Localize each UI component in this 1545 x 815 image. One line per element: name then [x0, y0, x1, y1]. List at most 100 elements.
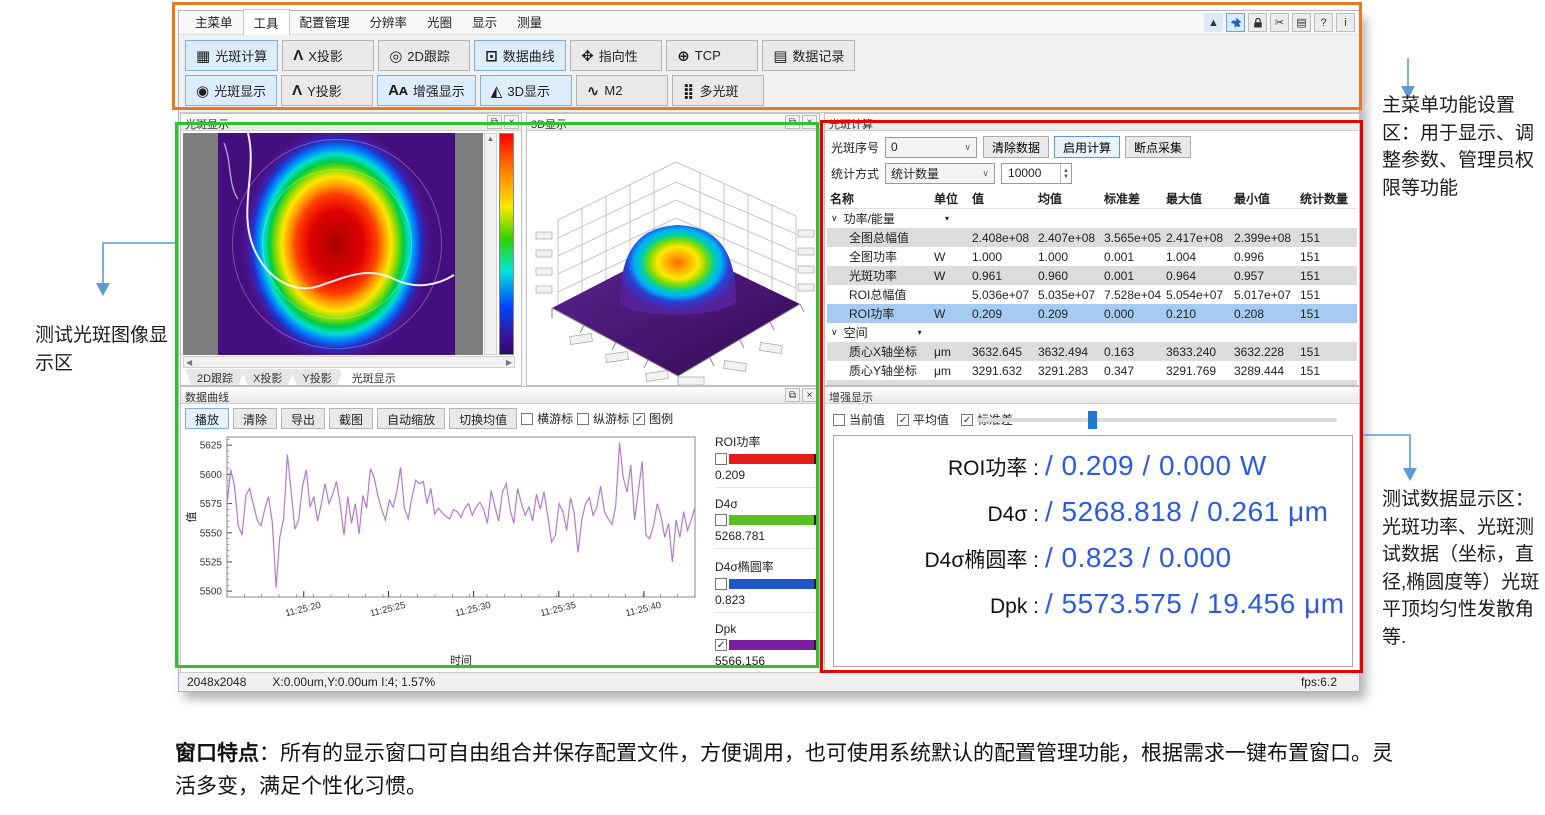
column-header-值[interactable]: 值 — [969, 190, 1035, 207]
curve-button-清除[interactable]: 清除 — [233, 408, 277, 429]
column-header-最大值[interactable]: 最大值 — [1163, 190, 1231, 207]
slider-thumb[interactable] — [1088, 411, 1097, 429]
tab-Y投影[interactable]: Y投影 — [290, 369, 343, 386]
tcp-button[interactable]: ⊕TCP — [666, 40, 758, 71]
legend-checkbox[interactable] — [715, 578, 727, 590]
table-row[interactable]: 质心Y轴坐标μm3291.6323291.2830.3473291.769328… — [827, 361, 1357, 380]
3d-display-button[interactable]: ◭3D显示 — [480, 75, 572, 106]
close-panel-icon[interactable]: × — [504, 115, 519, 129]
calc-button-清除数据[interactable]: 清除数据 — [983, 136, 1049, 158]
filter-caret-icon[interactable]: ▾ — [945, 214, 949, 223]
spot-calc-button[interactable]: ▦光斑计算 — [185, 40, 278, 71]
legend-checkbox[interactable]: ✓ — [715, 639, 727, 651]
column-header-统计数量[interactable]: 统计数量 — [1297, 190, 1357, 207]
table-row[interactable]: 全图总幅值2.408e+082.407e+083.565e+052.417e+0… — [827, 228, 1357, 247]
curve-checkbox-图例[interactable]: ✓图例 — [633, 410, 673, 427]
menu-item-主菜单[interactable]: 主菜单 — [185, 9, 243, 36]
enhanced-display-button[interactable]: Aᴀ增强显示 — [377, 75, 476, 106]
table-row[interactable]: 光斑功率W0.9610.9600.0010.9640.957151 — [827, 266, 1357, 285]
enhanced-checkbox-当前值-box[interactable] — [833, 414, 845, 426]
curve-checkbox-图例-box[interactable]: ✓ — [633, 413, 645, 425]
curve-button-自动缩放[interactable]: 自动缩放 — [377, 408, 445, 429]
enhanced-checkbox-当前值[interactable]: 当前值 — [833, 411, 885, 428]
float-panel-icon[interactable]: ⧉ — [487, 115, 502, 129]
data-curve-button[interactable]: ⊡数据曲线 — [474, 40, 566, 71]
tab-X投影[interactable]: X投影 — [241, 369, 294, 386]
curve-button-播放[interactable]: 播放 — [185, 408, 229, 429]
beam-vertical-scrollbar[interactable]: ▲ — [484, 133, 497, 355]
column-header-名称[interactable]: 名称 — [827, 190, 931, 207]
stat-count-spinner[interactable]: 10000 ▲▼ — [1001, 163, 1072, 184]
beam-horizontal-scrollbar[interactable]: ◀ ▶ — [183, 356, 515, 368]
curve-checkbox-纵游标[interactable]: 纵游标 — [577, 410, 629, 427]
stat-mode-select[interactable]: 统计数量 ∨ — [885, 163, 995, 184]
curve-checkbox-横游标[interactable]: 横游标 — [521, 410, 573, 427]
collapse-icon[interactable]: ▲ — [1204, 13, 1223, 32]
enhanced-checkbox-平均值-box[interactable]: ✓ — [897, 414, 909, 426]
table-group-row[interactable]: ∨空间▾ — [827, 323, 1357, 342]
curve-checkbox-横游标-box[interactable] — [521, 413, 533, 425]
enhanced-checkbox-平均值[interactable]: ✓平均值 — [897, 411, 949, 428]
2d-tracking-button[interactable]: ◎2D跟踪 — [378, 40, 470, 71]
enhanced-checkbox-标准差-box[interactable]: ✓ — [961, 414, 973, 426]
scroll-up-icon[interactable]: ▲ — [487, 134, 495, 143]
legend-value: 0.823 — [715, 593, 817, 607]
table-row[interactable]: 质心X轴坐标μm3632.6453632.4940.1633633.240363… — [827, 342, 1357, 361]
table-cell: 3291.632 — [969, 364, 1035, 378]
legend-checkbox[interactable] — [715, 514, 727, 526]
menu-item-显示[interactable]: 显示 — [462, 9, 507, 36]
y-projection-button[interactable]: ΛY投影 — [281, 75, 373, 106]
menu-item-测量[interactable]: 测量 — [507, 9, 552, 36]
table-row[interactable]: 全图功率W1.0001.0000.0011.0040.996151 — [827, 247, 1357, 266]
x-projection-button[interactable]: ΛX投影 — [282, 40, 374, 71]
menu-item-光圈[interactable]: 光圈 — [417, 9, 462, 36]
legend-checkbox[interactable] — [715, 453, 727, 465]
m2-button[interactable]: ∿M2 — [576, 75, 668, 106]
beam-contour-overlay — [218, 133, 455, 355]
spot-display-button[interactable]: ◉光斑显示 — [185, 75, 277, 106]
menu-item-配置管理[interactable]: 配置管理 — [290, 9, 360, 36]
table-row[interactable]: ROI总幅值5.036e+075.035e+077.528e+045.054e+… — [827, 285, 1357, 304]
multi-spot-button[interactable]: ⣿多光斑 — [672, 75, 764, 106]
column-header-最小值[interactable]: 最小值 — [1231, 190, 1297, 207]
data-curve-button-label: 数据曲线 — [503, 46, 555, 65]
m2-button-label: M2 — [604, 83, 622, 98]
menu-item-分辨率[interactable]: 分辨率 — [360, 9, 418, 36]
scissors-icon[interactable]: ✂ — [1270, 13, 1289, 32]
spot-index-select[interactable]: 0 ∨ — [885, 137, 977, 158]
column-header-标准差[interactable]: 标准差 — [1101, 190, 1163, 207]
directivity-button[interactable]: ✥指向性 — [570, 40, 662, 71]
info-icon[interactable]: i — [1336, 13, 1355, 32]
menu-item-工具[interactable]: 工具 — [243, 9, 290, 36]
close-panel-icon[interactable]: × — [802, 388, 817, 402]
status-fps: fps:6.2 — [1301, 675, 1351, 689]
expand-icon[interactable]: ∨ — [831, 213, 838, 224]
curve-checkbox-纵游标-box[interactable] — [577, 413, 589, 425]
document-icon[interactable]: ▤ — [1292, 13, 1311, 32]
pin-icon[interactable] — [1226, 13, 1245, 32]
scroll-left-icon[interactable]: ◀ — [186, 358, 192, 367]
column-header-单位[interactable]: 单位 — [931, 190, 969, 207]
three-d-surface-plot — [528, 132, 818, 384]
table-row[interactable]: ROI功率W0.2090.2090.0000.2100.208151 — [827, 304, 1357, 323]
tab-光斑显示[interactable]: 光斑显示 — [340, 369, 408, 386]
lock-icon[interactable] — [1248, 13, 1267, 32]
calc-button-断点采集[interactable]: 断点采集 — [1125, 136, 1191, 158]
filter-caret-icon[interactable]: ▾ — [918, 328, 922, 337]
expand-icon[interactable]: ∨ — [831, 327, 838, 338]
curve-button-截图[interactable]: 截图 — [329, 408, 373, 429]
scroll-right-icon[interactable]: ▶ — [506, 358, 512, 367]
calc-button-启用计算[interactable]: 启用计算 — [1054, 136, 1120, 158]
float-panel-icon[interactable]: ⧉ — [785, 115, 800, 129]
enhanced-slider[interactable] — [977, 418, 1337, 422]
curve-button-切换均值[interactable]: 切换均值 — [449, 408, 517, 429]
curve-button-导出[interactable]: 导出 — [281, 408, 325, 429]
help-icon[interactable]: ? — [1314, 13, 1333, 32]
close-panel-icon[interactable]: × — [802, 115, 817, 129]
tab-2D跟踪[interactable]: 2D跟踪 — [185, 369, 245, 386]
table-group-row[interactable]: ∨功率/能量▾ — [827, 209, 1357, 228]
spinner-arrows-icon[interactable]: ▲▼ — [1060, 164, 1071, 183]
float-panel-icon[interactable]: ⧉ — [785, 388, 800, 402]
data-record-button[interactable]: ▤数据记录 — [762, 40, 855, 71]
column-header-均值[interactable]: 均值 — [1035, 190, 1101, 207]
